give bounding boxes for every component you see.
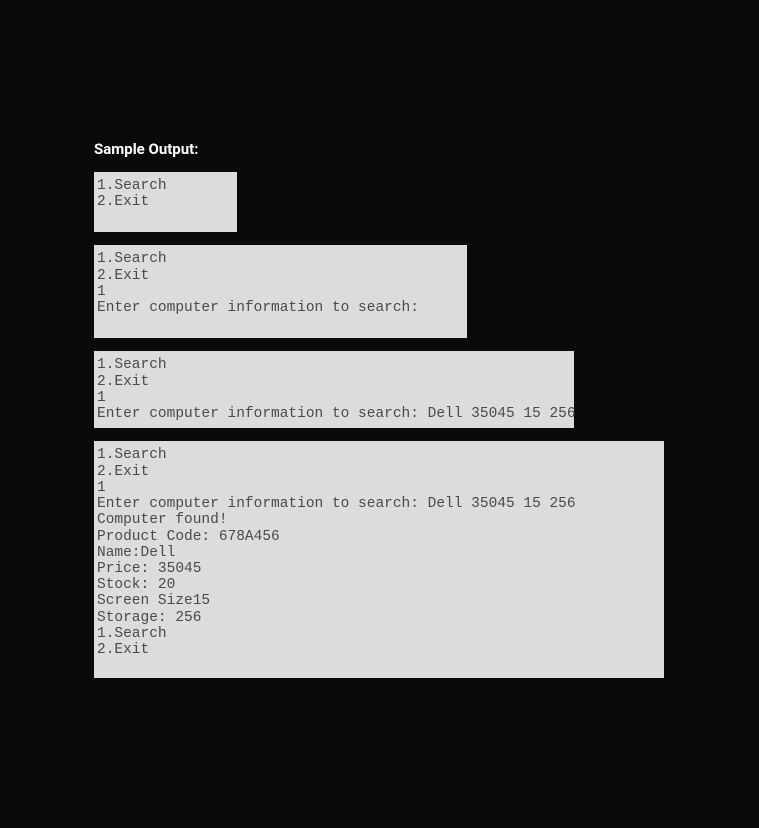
document-content: Sample Output: 1.Search2.Exit 1.Search2.… [94, 140, 664, 691]
code-line: 2.Exit [97, 374, 571, 390]
code-line: Price: 35045 [97, 561, 661, 577]
code-line: 1.Search [97, 626, 661, 642]
code-line: Enter computer information to search: De… [97, 406, 571, 422]
code-line: 1 [97, 480, 661, 496]
code-line: Computer found! [97, 512, 661, 528]
code-block-4: 1.Search2.Exit1Enter computer informatio… [94, 441, 664, 678]
code-line: Product Code: 678A456 [97, 529, 661, 545]
code-line: Stock: 20 [97, 577, 661, 593]
code-line: 2.Exit [97, 268, 464, 284]
code-block-row: 1.Search2.Exit1Enter computer informatio… [94, 351, 664, 441]
code-line: Enter computer information to search: De… [97, 496, 661, 512]
code-block-row: 1.Search2.Exit1Enter computer informatio… [94, 441, 664, 691]
code-line: 1.Search [97, 357, 571, 373]
code-line: 1 [97, 390, 571, 406]
code-block-row: 1.Search2.Exit1Enter computer informatio… [94, 245, 664, 351]
code-line: 1.Search [97, 447, 661, 463]
code-line: 2.Exit [97, 194, 234, 210]
code-block-2: 1.Search2.Exit1Enter computer informatio… [94, 245, 467, 338]
code-line: 1 [97, 284, 464, 300]
code-block-row: 1.Search2.Exit [94, 172, 664, 245]
code-line: Screen Size15 [97, 593, 661, 609]
code-line: 2.Exit [97, 464, 661, 480]
code-line: 1.Search [97, 178, 234, 194]
code-block-1: 1.Search2.Exit [94, 172, 237, 232]
code-block-3: 1.Search2.Exit1Enter computer informatio… [94, 351, 574, 428]
code-line: Storage: 256 [97, 610, 661, 626]
code-line: 2.Exit [97, 642, 661, 658]
code-line: Enter computer information to search: [97, 300, 464, 316]
code-line: 1.Search [97, 251, 464, 267]
section-heading: Sample Output: [94, 140, 664, 158]
code-line: Name:Dell [97, 545, 661, 561]
